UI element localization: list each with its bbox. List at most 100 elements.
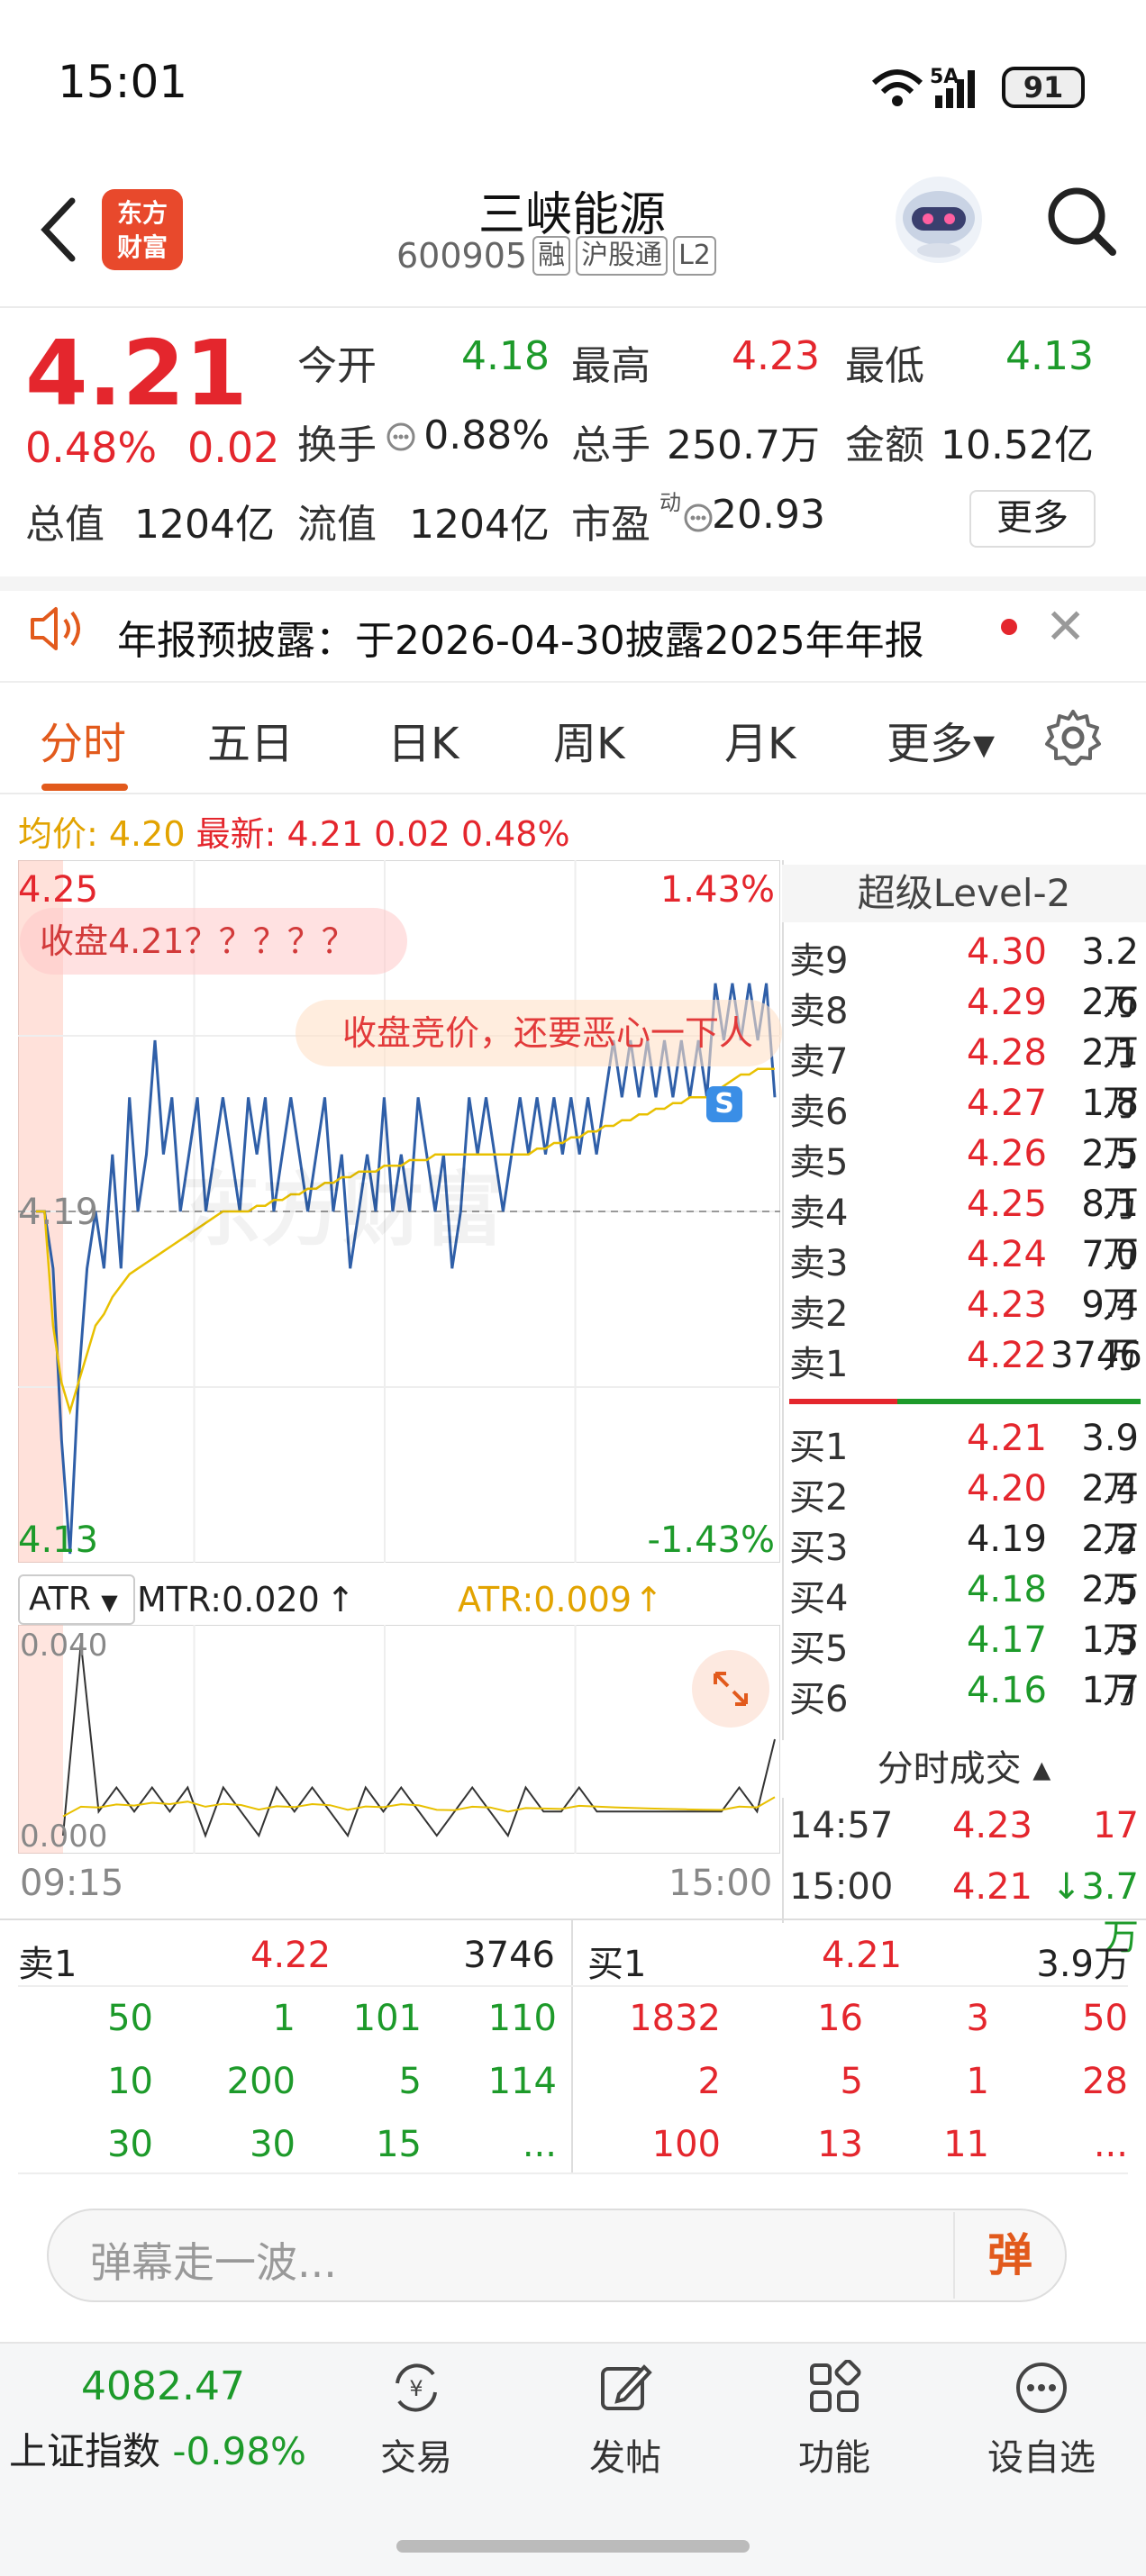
avg-price-legend: 均价: 4.20 bbox=[18, 814, 186, 854]
orderbook-divider bbox=[789, 1399, 1141, 1404]
order-price: 4.25 bbox=[966, 1184, 1047, 1225]
index-row[interactable]: 上证指数 -0.98% bbox=[9, 2421, 306, 2476]
close-icon[interactable]: ✕ bbox=[1045, 598, 1086, 655]
network-type-label: 5A bbox=[930, 66, 959, 88]
tab-daily-k[interactable]: 日K bbox=[387, 708, 459, 771]
trade-volume: 17 bbox=[1093, 1805, 1139, 1846]
more-button[interactable]: 更多 bbox=[969, 490, 1096, 548]
bid-row[interactable]: 买5 4.17 1.3万 bbox=[789, 1619, 1141, 1711]
ask-row[interactable]: 卖7 4.28 2.1万 bbox=[789, 1032, 1141, 1124]
search-icon[interactable] bbox=[1041, 180, 1122, 261]
order-level-label: 卖9 bbox=[789, 940, 849, 982]
ask-row[interactable]: 卖8 4.29 2.6万 bbox=[789, 982, 1141, 1074]
battery-icon: 91 bbox=[1002, 67, 1085, 108]
notice-text[interactable]: 年报预披露：于2026-04-30披露2025年年报 bbox=[117, 608, 924, 666]
bid-row[interactable]: 买3 4.19 2.2万 bbox=[789, 1519, 1141, 1610]
order-price: 4.26 bbox=[966, 1133, 1047, 1175]
trade-row[interactable]: 15:00 4.21 ↓3.7万 bbox=[789, 1866, 1141, 1958]
ask-row[interactable]: 卖4 4.25 8.1万 bbox=[789, 1184, 1141, 1275]
order-level-label: 卖7 bbox=[789, 1041, 849, 1083]
queue-divider-top bbox=[0, 1918, 1146, 1920]
danmaku-toggle-button[interactable]: 弹 bbox=[953, 2212, 1065, 2299]
nav-watchlist[interactable]: 设自选 bbox=[978, 2360, 1105, 2486]
ask-queue-order: 5 bbox=[398, 2061, 422, 2102]
index-value[interactable]: 4082.47 bbox=[81, 2363, 245, 2409]
ask-row[interactable]: 卖5 4.26 2.5万 bbox=[789, 1133, 1141, 1225]
active-tab-indicator bbox=[41, 784, 128, 791]
atr-indicator-chart[interactable]: 0.040 0.000 bbox=[18, 1625, 780, 1854]
order-price: 4.18 bbox=[966, 1569, 1047, 1610]
tab-monthly-k[interactable]: 月K bbox=[724, 708, 796, 771]
low-label: 最低 bbox=[845, 343, 924, 389]
gear-icon[interactable] bbox=[1043, 708, 1103, 767]
order-price: 4.22 bbox=[966, 1335, 1047, 1376]
bid-row-clipped bbox=[789, 1720, 1141, 1740]
bid-row[interactable]: 买1 4.21 3.9万 bbox=[789, 1418, 1141, 1510]
index-change: -0.98% bbox=[172, 2429, 306, 2473]
bid-row[interactable]: 买2 4.20 2.4万 bbox=[789, 1468, 1141, 1560]
queue-ask-vol: 3746 bbox=[463, 1935, 555, 1976]
pct-bottom-label: -1.43% bbox=[647, 1519, 775, 1561]
queue-bid-label: 买1 bbox=[587, 1944, 647, 1985]
home-indicator[interactable] bbox=[396, 2540, 750, 2553]
open-value: 4.18 bbox=[461, 333, 550, 379]
order-level-label: 买3 bbox=[789, 1528, 849, 1569]
nav-post[interactable]: 发帖 bbox=[562, 2360, 688, 2486]
ask-queue-order: 15 bbox=[376, 2124, 422, 2165]
order-price: 4.19 bbox=[966, 1519, 1047, 1560]
ask-row[interactable]: 卖1 4.22 3746 bbox=[789, 1335, 1142, 1385]
info-circle-icon[interactable] bbox=[683, 503, 714, 533]
tab-intraday[interactable]: 分时 bbox=[40, 708, 126, 771]
order-price: 4.29 bbox=[966, 982, 1047, 1023]
info-circle-icon[interactable] bbox=[386, 422, 416, 452]
trade-row[interactable]: 14:57 4.23 17 bbox=[789, 1805, 1141, 1855]
queue-ask-price: 4.22 bbox=[250, 1935, 332, 1976]
y-axis-mid-label: 4.19 bbox=[18, 1192, 98, 1233]
indicator-select[interactable]: ATR ▼ bbox=[18, 1574, 135, 1625]
danmaku-bubble: 收盘4.21？？？？？ bbox=[20, 908, 407, 975]
robot-assistant-icon[interactable] bbox=[892, 173, 986, 267]
tab-more[interactable]: 更多▾ bbox=[887, 708, 995, 771]
sell-marker[interactable]: S bbox=[706, 1086, 742, 1122]
bid-queue-order: 100 bbox=[651, 2124, 721, 2165]
svg-text:¥: ¥ bbox=[409, 2376, 423, 2401]
more-dots-icon bbox=[1016, 2363, 1067, 2413]
bid-row[interactable]: 买4 4.18 2.5万 bbox=[789, 1569, 1141, 1661]
tab-weekly-k[interactable]: 周K bbox=[553, 708, 624, 771]
unread-dot bbox=[1001, 619, 1017, 635]
trade-icon: ¥ bbox=[396, 2363, 437, 2412]
chevron-down-icon: ▼ bbox=[101, 1590, 118, 1615]
ask-queue-order: 30 bbox=[107, 2124, 153, 2165]
trades-title[interactable]: 分时成交 ▴ bbox=[782, 1740, 1146, 1798]
y-axis-bottom-label: 4.13 bbox=[18, 1519, 98, 1561]
bid-queue-order: 5 bbox=[840, 2061, 863, 2102]
danmaku-placeholder[interactable]: 弹幕走一波... bbox=[90, 2230, 337, 2290]
current-price: 4.21 bbox=[25, 321, 248, 426]
level2-title[interactable]: 超级Level-2 bbox=[782, 865, 1146, 922]
turnover-label: 换手 bbox=[297, 422, 377, 468]
logo-line2: 财富 bbox=[116, 232, 168, 262]
ask-row[interactable]: 卖6 4.27 1.8万 bbox=[789, 1083, 1141, 1175]
expand-icon[interactable] bbox=[692, 1650, 769, 1728]
ask-queue-order: 10 bbox=[107, 2061, 153, 2102]
ask-row[interactable]: 卖3 4.24 7.0万 bbox=[789, 1234, 1141, 1326]
nav-watchlist-label: 设自选 bbox=[987, 2437, 1096, 2479]
ask-row[interactable]: 卖2 4.23 9.4万 bbox=[789, 1284, 1141, 1376]
latest-price-legend: 最新: 4.21 0.02 0.48% bbox=[196, 814, 570, 854]
bid-row[interactable]: 买64.161.7万 bbox=[789, 1670, 1141, 1762]
order-price: 4.27 bbox=[966, 1083, 1047, 1124]
total-value-label: 总值 bbox=[25, 502, 105, 548]
order-level-label: 卖3 bbox=[789, 1243, 849, 1284]
ask-queue-order: 114 bbox=[487, 2061, 557, 2102]
nav-trade[interactable]: ¥ 交易 bbox=[353, 2360, 479, 2486]
nav-functions[interactable]: 功能 bbox=[771, 2359, 897, 2486]
pe-label: 市盈 bbox=[571, 502, 650, 548]
tab-five-day[interactable]: 五日 bbox=[207, 708, 294, 771]
order-level-label: 卖1 bbox=[789, 1344, 849, 1385]
signal-icons: 5A bbox=[871, 66, 975, 108]
ask-queue-order: 1 bbox=[272, 1998, 296, 2039]
back-arrow-icon[interactable] bbox=[32, 194, 86, 266]
ask-row[interactable]: 卖9 4.30 3.2万 bbox=[789, 931, 1141, 1023]
edit-icon bbox=[601, 2364, 652, 2410]
mtr-label: MTR:0.020 bbox=[137, 1580, 320, 1619]
